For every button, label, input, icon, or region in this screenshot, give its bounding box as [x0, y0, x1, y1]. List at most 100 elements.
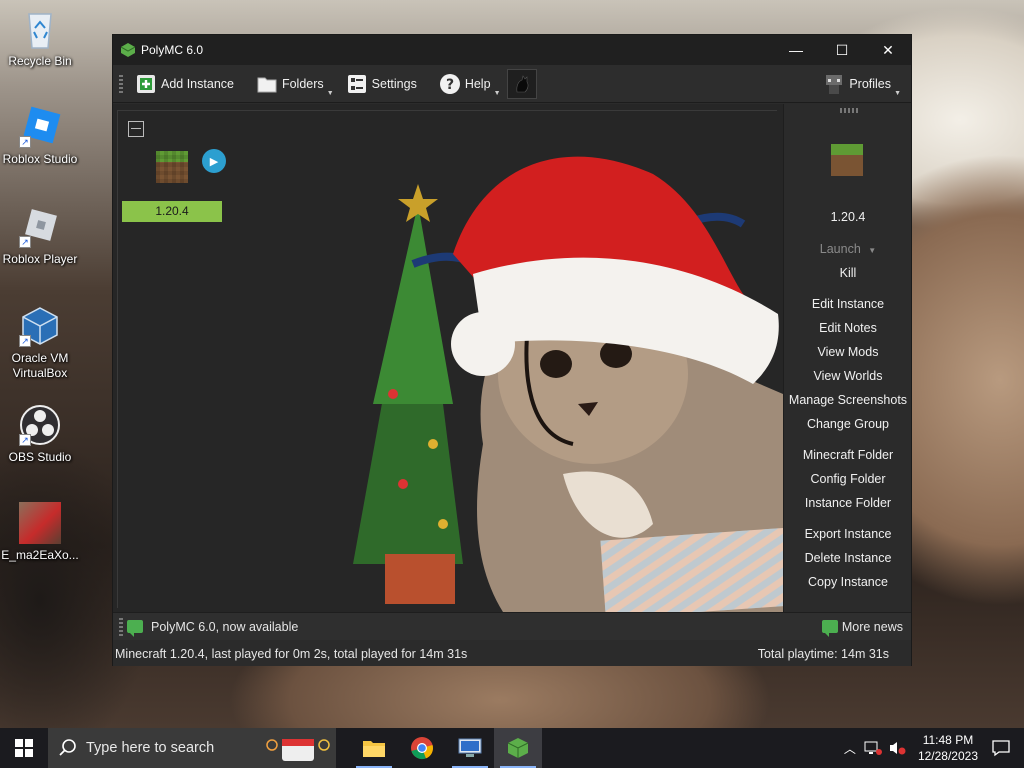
folder-icon [256, 73, 278, 95]
desktop-icon-image-file[interactable]: E_ma2EaXo... [0, 502, 80, 563]
desktop-icon-label: Oracle VM VirtualBox [11, 351, 69, 380]
title-bar[interactable]: PolyMC 6.0 — ☐ ✕ [113, 35, 911, 65]
volume-muted-icon[interactable] [888, 740, 906, 756]
search-icon [59, 739, 76, 756]
taskbar-file-explorer[interactable] [350, 728, 398, 768]
sidebar-grip[interactable] [840, 108, 858, 113]
play-icon[interactable]: ▶ [202, 149, 226, 173]
cat-toggle-button[interactable] [506, 68, 537, 99]
shortcut-arrow-icon: ↗ [19, 236, 31, 248]
svg-text:?: ? [446, 77, 454, 93]
clock-date: 12/28/2023 [917, 749, 978, 763]
holiday-calendar-icon [266, 739, 330, 761]
desktop-icon-obs-studio[interactable]: ↗ OBS Studio [0, 404, 80, 465]
settings-label: Settings [371, 76, 417, 91]
file-explorer-icon [363, 741, 385, 757]
status-instance-info: Minecraft 1.20.4, last played for 0m 2s,… [115, 647, 468, 661]
desktop-icon-roblox-player[interactable]: ↗ Roblox Player [0, 206, 80, 267]
chevron-down-icon: ▼ [326, 89, 334, 97]
desktop-icon-label: Roblox Player [2, 252, 78, 266]
desktop-icon-virtualbox[interactable]: ↗ Oracle VM VirtualBox [0, 305, 80, 381]
help-label: Help [464, 76, 491, 91]
help-icon: ? [439, 73, 461, 95]
chevron-down-icon: ▼ [493, 89, 501, 97]
instance-name: 1.20.4 [122, 201, 222, 222]
taskbar: Type here to search ︿ 11:48 PM 12/28/202… [0, 728, 1024, 768]
system-tray: ︿ 11:48 PM 12/28/2023 [844, 728, 1024, 768]
virtualbox-icon: ↗ [19, 305, 61, 347]
help-button[interactable]: ? Help ▼ [433, 69, 501, 99]
taskbar-polymc[interactable] [494, 728, 542, 768]
delete-instance-button[interactable]: Delete Instance [784, 551, 912, 565]
desktop-icon-roblox-studio[interactable]: ↗ Roblox Studio [0, 106, 80, 167]
taskbar-network-app[interactable] [446, 728, 494, 768]
group-collapse-toggle[interactable] [128, 121, 144, 137]
grass-block-icon [156, 151, 188, 183]
profiles-button[interactable]: Profiles ▼ [817, 69, 901, 99]
chevron-up-icon[interactable]: ︿ [844, 740, 856, 757]
chevron-down-icon: ▼ [894, 89, 901, 97]
clock-time: 11:48 PM [922, 733, 974, 747]
window-title: PolyMC 6.0 [141, 43, 204, 57]
minimize-button[interactable]: — [773, 35, 819, 65]
taskbar-search-box[interactable]: Type here to search [48, 728, 336, 768]
manage-screenshots-button[interactable]: Manage Screenshots [784, 393, 912, 407]
network-icon[interactable] [864, 740, 882, 756]
edit-notes-button[interactable]: Edit Notes [784, 321, 912, 335]
search-placeholder: Type here to search [86, 740, 215, 756]
shortcut-arrow-icon: ↗ [19, 434, 31, 446]
cat-icon [516, 74, 528, 92]
taskbar-chrome[interactable] [398, 728, 446, 768]
export-instance-button[interactable]: Export Instance [784, 527, 912, 541]
start-button[interactable] [0, 728, 48, 768]
main-toolbar: Add Instance Folders ▼ Settings ? Help ▼ [113, 65, 911, 103]
instance-sidebar: 1.20.4 Launch ▼ Kill Edit Instance Edit … [783, 104, 911, 612]
launch-button[interactable]: Launch ▼ [784, 242, 912, 256]
profiles-label: Profiles [849, 76, 891, 91]
grass-block-icon[interactable] [831, 144, 863, 176]
chrome-icon [411, 737, 433, 760]
news-icon [821, 620, 838, 637]
newsbar-grip[interactable] [119, 617, 123, 636]
taskbar-clock[interactable]: 11:48 PM 12/28/2023 [918, 732, 978, 764]
chevron-down-icon: ▼ [868, 246, 877, 255]
roblox-studio-icon: ↗ [19, 106, 61, 148]
remote-desktop-icon [458, 738, 482, 757]
status-bar: Minecraft 1.20.4, last played for 0m 2s,… [113, 642, 911, 666]
desktop-icon-recycle-bin[interactable]: Recycle Bin [0, 8, 80, 69]
close-button[interactable]: ✕ [865, 35, 911, 65]
folders-label: Folders [281, 76, 324, 91]
instance-folder-button[interactable]: Instance Folder [784, 496, 912, 510]
news-bar: PolyMC 6.0, now available More news [113, 612, 911, 640]
add-instance-label: Add Instance [161, 76, 234, 91]
cat-background-art [353, 156, 783, 612]
settings-button[interactable]: Settings [340, 69, 423, 99]
toolbar-grip[interactable] [119, 74, 123, 93]
copy-instance-button[interactable]: Copy Instance [784, 575, 912, 589]
more-news-button[interactable]: More news [821, 619, 903, 637]
desktop-icon-label: Roblox Studio [2, 152, 78, 166]
news-icon [127, 620, 143, 637]
add-instance-button[interactable]: Add Instance [129, 69, 240, 99]
view-mods-button[interactable]: View Mods [784, 345, 912, 359]
shortcut-arrow-icon: ↗ [19, 136, 31, 148]
minecraft-folder-button[interactable]: Minecraft Folder [784, 448, 912, 462]
edit-instance-button[interactable]: Edit Instance [784, 297, 912, 311]
more-news-label: More news [841, 619, 903, 634]
instance-view: ▶ 1.20.4 [113, 104, 783, 612]
config-folder-button[interactable]: Config Folder [784, 472, 912, 486]
shortcut-arrow-icon: ↗ [19, 335, 31, 347]
settings-icon [346, 73, 368, 95]
windows-logo-icon [15, 739, 33, 757]
folders-button[interactable]: Folders ▼ [250, 69, 334, 99]
view-worlds-button[interactable]: View Worlds [784, 369, 912, 383]
desktop-icon-label: Recycle Bin [8, 54, 72, 68]
news-headline[interactable]: PolyMC 6.0, now available [151, 620, 298, 634]
notifications-icon[interactable] [992, 739, 1010, 757]
change-group-button[interactable]: Change Group [784, 417, 912, 431]
maximize-button[interactable]: ☐ [819, 35, 865, 65]
launch-label: Launch [819, 242, 861, 256]
desktop-icon-label: E_ma2EaXo... [1, 548, 79, 562]
kill-button[interactable]: Kill [784, 266, 912, 280]
image-thumbnail-icon [19, 502, 61, 544]
